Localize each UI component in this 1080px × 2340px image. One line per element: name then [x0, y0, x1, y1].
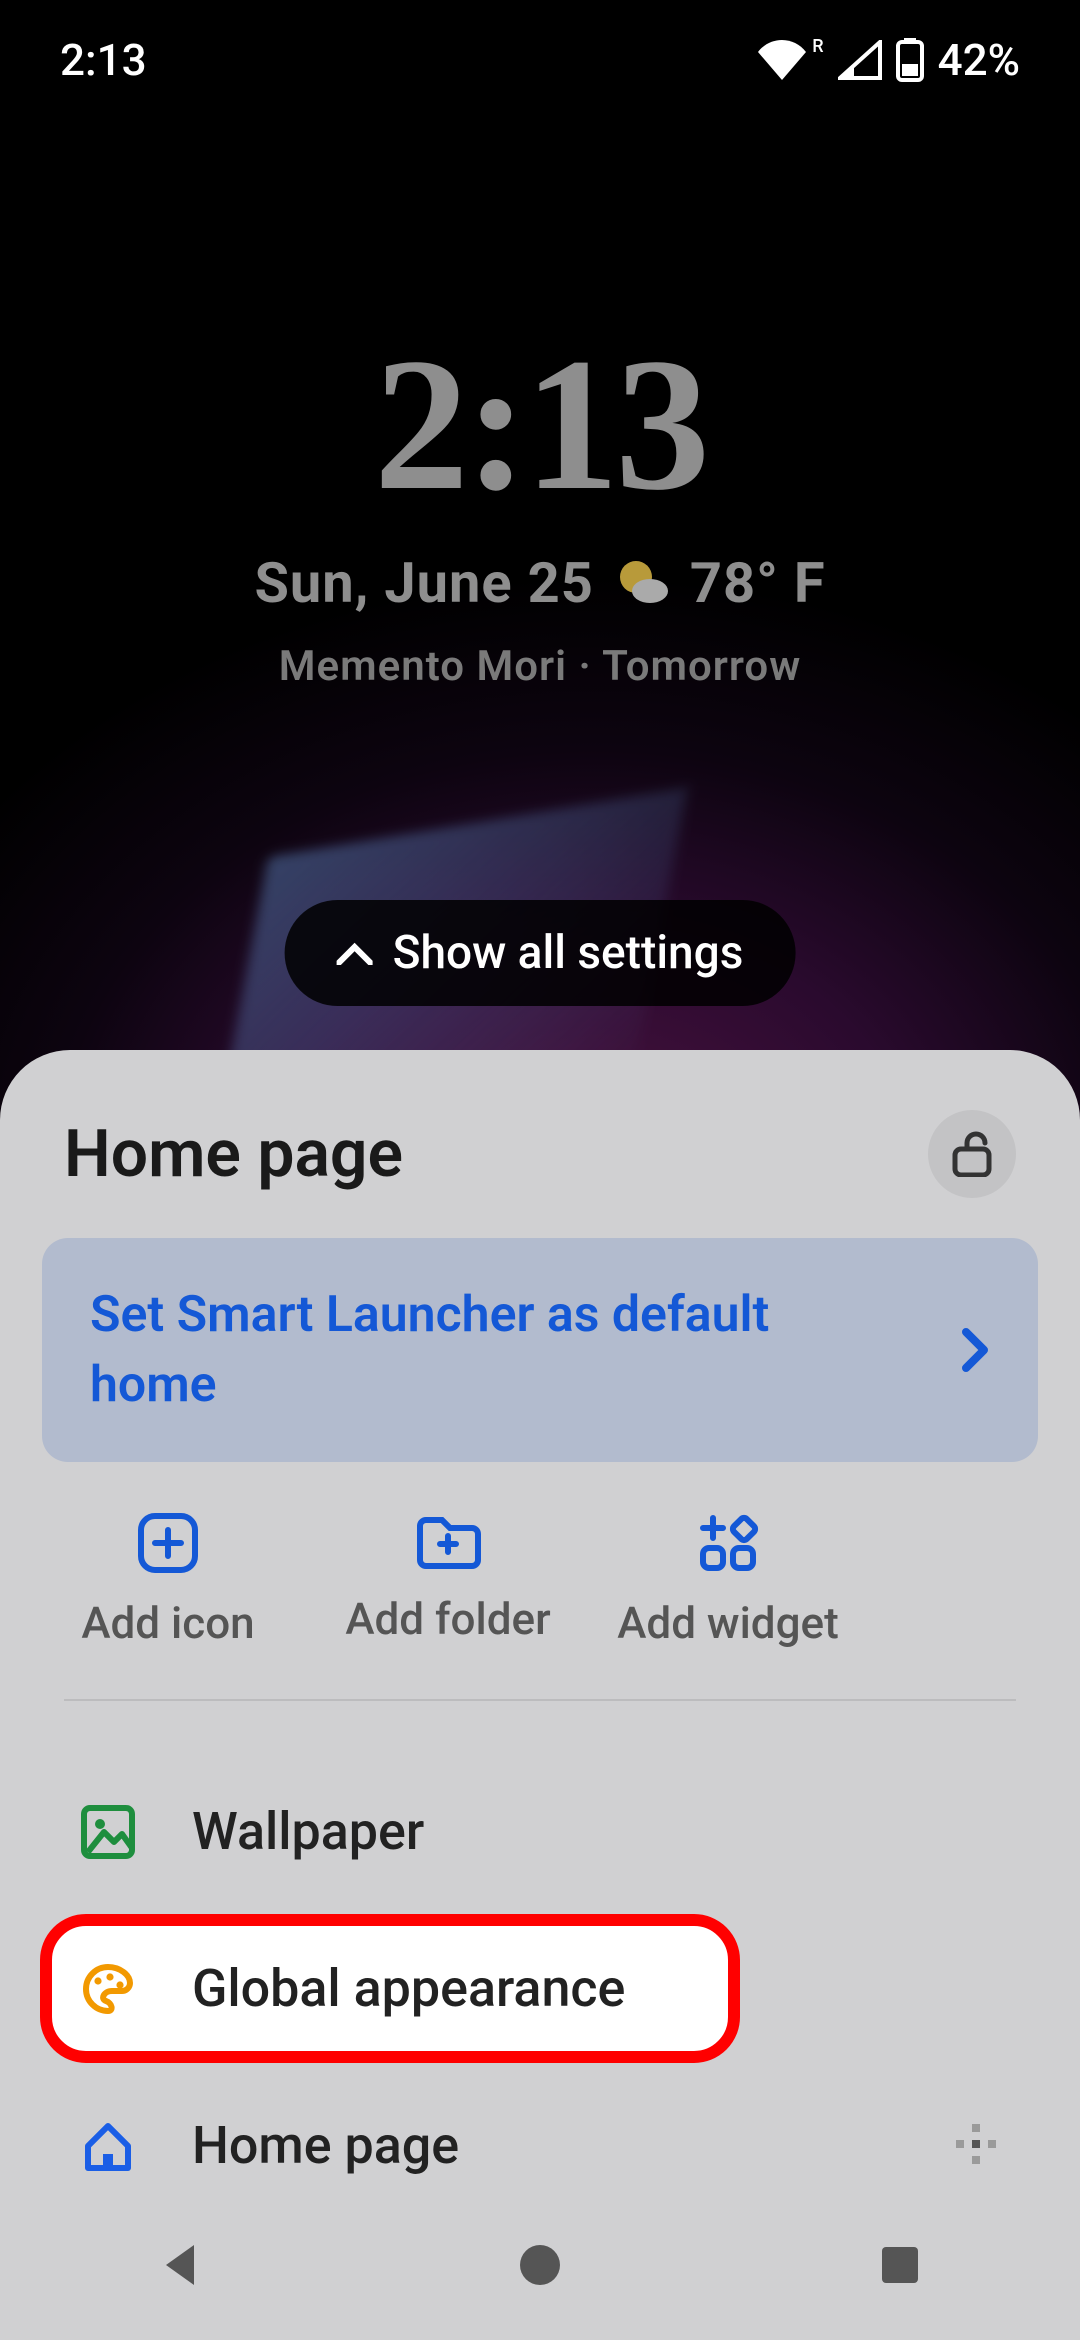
- nav-home-icon: [514, 2239, 566, 2291]
- nav-recents-icon: [876, 2241, 924, 2289]
- chevron-up-icon: [337, 941, 373, 965]
- home-clock-widget: 2:13 Sun, June 25 78° F Memento Mori · T…: [0, 330, 1080, 691]
- drag-icon: [952, 2120, 1000, 2168]
- unlock-icon: [951, 1131, 993, 1177]
- clock-big-time: 2:13: [374, 330, 706, 520]
- battery-icon: [896, 38, 924, 82]
- add-icon-label: Add icon: [81, 1596, 254, 1651]
- nav-back-button[interactable]: [150, 2235, 210, 2295]
- weather-partly-cloudy-icon: [614, 555, 670, 611]
- date-weather-line: Sun, June 25 78° F: [254, 550, 825, 616]
- battery-percentage: 42%: [938, 34, 1020, 86]
- drag-handle[interactable]: [952, 2120, 1000, 2172]
- global-appearance-label: Global appearance: [192, 1958, 625, 2019]
- temperature-text: 78° F: [690, 550, 826, 616]
- show-all-settings-button[interactable]: Show all settings: [285, 900, 796, 1006]
- home-icon: [80, 2118, 136, 2174]
- roaming-badge: R: [812, 36, 823, 57]
- list-item-global-appearance[interactable]: Global appearance: [40, 1914, 740, 2063]
- wifi-icon: [758, 40, 806, 80]
- palette-icon: [80, 1961, 136, 2017]
- calendar-event-line: Memento Mori · Tomorrow: [279, 642, 801, 691]
- set-default-launcher-banner[interactable]: Set Smart Launcher as default home: [42, 1238, 1038, 1462]
- nav-back-icon: [154, 2239, 206, 2291]
- chevron-right-icon: [960, 1328, 990, 1372]
- status-time: 2:13: [60, 34, 147, 86]
- add-folder-button[interactable]: Add folder: [328, 1512, 568, 1651]
- date-text: Sun, June 25: [254, 550, 593, 616]
- add-icon-box-icon: [137, 1512, 199, 1574]
- set-default-label: Set Smart Launcher as default home: [90, 1280, 850, 1420]
- home-page-label: Home page: [192, 2115, 459, 2176]
- add-widget-button[interactable]: Add widget: [608, 1512, 848, 1651]
- add-widget-label: Add widget: [617, 1596, 839, 1651]
- add-widget-icon: [697, 1512, 759, 1574]
- settings-sheet: Home page Set Smart Launcher as default …: [0, 1050, 1080, 2340]
- show-all-label: Show all settings: [393, 926, 744, 980]
- cell-signal-icon: [838, 40, 882, 80]
- add-folder-icon: [414, 1512, 482, 1570]
- add-icon-button[interactable]: Add icon: [48, 1512, 288, 1651]
- divider: [64, 1699, 1016, 1701]
- nav-home-button[interactable]: [510, 2235, 570, 2295]
- sheet-header: Home page: [0, 1110, 1080, 1238]
- list-item-wallpaper[interactable]: Wallpaper: [40, 1749, 1040, 1914]
- status-bar: 2:13 R 42%: [0, 0, 1080, 120]
- wallpaper-label: Wallpaper: [192, 1801, 424, 1862]
- nav-recents-button[interactable]: [870, 2235, 930, 2295]
- lock-toggle-button[interactable]: [928, 1110, 1016, 1198]
- add-folder-label: Add folder: [345, 1592, 550, 1647]
- status-right-cluster: R 42%: [758, 34, 1020, 86]
- settings-list: Wallpaper Global appearance Home page: [0, 1749, 1080, 2228]
- android-nav-bar: [0, 2190, 1080, 2340]
- image-icon: [80, 1804, 136, 1860]
- quick-actions-row: Add icon Add folder Add widget: [0, 1462, 1080, 1691]
- sheet-title: Home page: [64, 1116, 403, 1193]
